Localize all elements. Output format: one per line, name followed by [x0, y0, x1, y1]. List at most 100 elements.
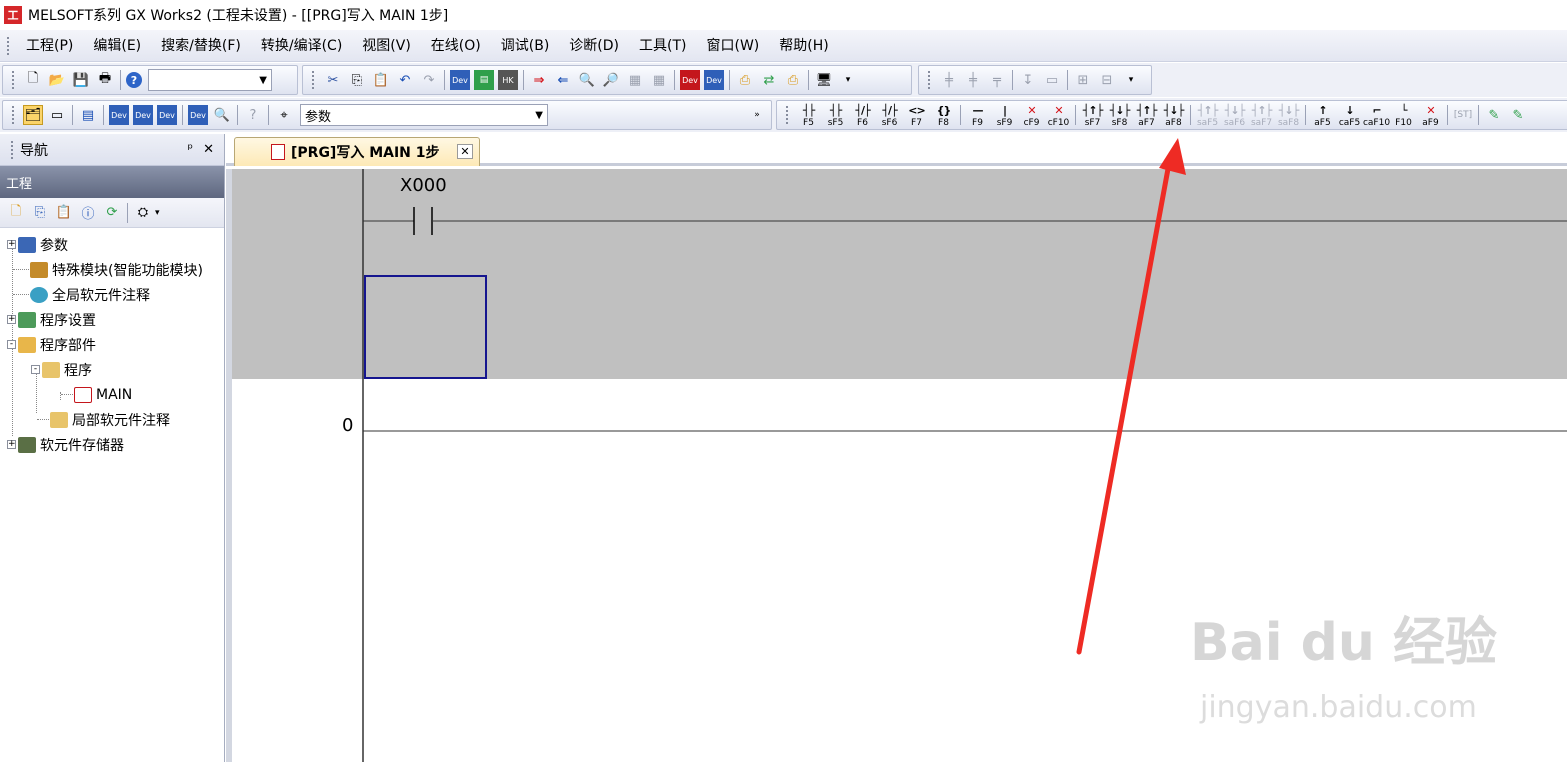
paste-icon[interactable]: 📋 — [371, 70, 391, 90]
draw-line-button[interactable]: └ F10 — [1390, 101, 1417, 129]
find-device-icon[interactable]: 🔍 — [212, 105, 232, 125]
device-batch-icon[interactable]: Dev — [680, 70, 700, 90]
undo-icon[interactable]: ↶ — [395, 70, 415, 90]
sfc-jump-icon[interactable]: ↧ — [1018, 70, 1038, 90]
output-window-icon[interactable]: ▤ — [78, 105, 98, 125]
toolbar-overflow-icon[interactable]: ▾ — [1121, 70, 1141, 90]
search-device-icon[interactable]: ⎙ — [735, 70, 755, 90]
application-instruction-button[interactable]: {} F8 — [930, 101, 957, 129]
watch-device-icon[interactable]: Dev — [188, 105, 208, 125]
toolbar-grip[interactable] — [311, 70, 315, 90]
open-contact-button[interactable]: ┤├ F5 — [795, 101, 822, 129]
toolbar-grip[interactable] — [11, 105, 15, 125]
replace-device-icon[interactable]: ⇄ — [759, 70, 779, 90]
module-icon[interactable]: ▭ — [47, 105, 67, 125]
expand-icon[interactable]: + — [7, 240, 16, 249]
coil-button[interactable]: <> F7 — [903, 101, 930, 129]
refresh-icon[interactable]: ⟳ — [102, 203, 122, 223]
device-table-icon[interactable]: Dev — [157, 105, 177, 125]
falling-pulse-closed-button[interactable]: ┤↓├ saF6 — [1221, 101, 1248, 129]
menu-tool[interactable]: 工具(T) — [629, 32, 696, 60]
parallel-rising-pulse-button[interactable]: ┤↑├ aF7 — [1133, 101, 1160, 129]
sfc-step-icon[interactable]: ╪ — [939, 70, 959, 90]
help-icon[interactable]: ? — [126, 72, 142, 88]
expand-icon[interactable]: + — [7, 440, 16, 449]
menu-help[interactable]: 帮助(H) — [769, 32, 838, 60]
falling-pulse-button[interactable]: ┤↓├ sF8 — [1106, 101, 1133, 129]
menu-edit[interactable]: 编辑(E) — [83, 32, 151, 60]
delete-line-button[interactable]: ✕ aF9 — [1417, 101, 1444, 129]
close-icon[interactable]: ✕ — [203, 142, 214, 157]
copy-data-icon[interactable]: ⎘ — [30, 203, 50, 223]
monitor-stop-icon[interactable]: ▦ — [649, 70, 669, 90]
ladder-cursor[interactable] — [364, 275, 487, 379]
sfc-zoom-icon[interactable]: ⊞ — [1073, 70, 1093, 90]
vertical-line-button[interactable]: | sF9 — [991, 101, 1018, 129]
parallel-falling-closed-button[interactable]: ┤↓├ saF8 — [1275, 101, 1302, 129]
instruction-list-icon[interactable]: HK — [498, 70, 518, 90]
menu-view[interactable]: 视图(V) — [352, 32, 421, 60]
comment-edit-icon[interactable]: ✎ — [1484, 105, 1504, 125]
tree-item-local-comment[interactable]: 局部软元件注释 — [0, 407, 224, 432]
monitor-screen-icon[interactable]: 🖥 — [814, 70, 834, 90]
parallel-rising-closed-button[interactable]: ┤↑├ saF7 — [1248, 101, 1275, 129]
new-data-icon[interactable]: 🗋 — [6, 203, 26, 223]
device-test-icon[interactable]: Dev — [704, 70, 724, 90]
binoculars-icon[interactable]: ⌖ — [274, 105, 294, 125]
toolbar-grip[interactable] — [11, 70, 15, 90]
save-icon[interactable]: 💾 — [71, 70, 91, 90]
horizontal-line-button[interactable]: — F9 — [964, 101, 991, 129]
operation-result-falling-button[interactable]: ↓ caF5 — [1336, 101, 1363, 129]
device-list-icon[interactable]: Dev — [133, 105, 153, 125]
menu-window[interactable]: 窗口(W) — [696, 32, 769, 60]
write-to-plc-icon[interactable]: ⇒ — [529, 70, 549, 90]
tree-item-main[interactable]: MAIN — [0, 382, 224, 407]
rising-pulse-closed-button[interactable]: ┤↑├ saF5 — [1194, 101, 1221, 129]
tree-item-device-memory[interactable]: + 软元件存储器 — [0, 432, 224, 457]
program-list-icon[interactable]: ▤ — [474, 70, 494, 90]
expand-icon[interactable]: + — [7, 315, 16, 324]
tree-item-pou[interactable]: - 程序部件 — [0, 332, 224, 357]
toolbar-grip[interactable] — [927, 70, 931, 90]
pane-grip[interactable] — [10, 139, 14, 160]
menu-find-replace[interactable]: 搜索/替换(F) — [151, 32, 251, 60]
collapse-icon[interactable]: - — [31, 365, 40, 374]
toolbar-overflow-icon[interactable]: » — [747, 105, 767, 125]
properties-icon[interactable]: ⓘ — [78, 203, 98, 223]
navigation-combo[interactable]: 参数 ▼ — [300, 104, 548, 126]
invert-result-button[interactable]: ⌐ caF10 — [1363, 101, 1390, 129]
device-monitor-icon[interactable]: Dev — [109, 105, 129, 125]
cross-reference-icon[interactable]: ⎙ — [783, 70, 803, 90]
device-read-icon[interactable]: Dev — [450, 70, 470, 90]
tab-prg-main[interactable]: [PRG]写入 MAIN 1步 ✕ — [234, 137, 480, 166]
help-search-icon[interactable]: ? — [243, 105, 263, 125]
project-view-icon[interactable]: ⛭ — [133, 203, 153, 223]
verify-plc-icon[interactable]: 🔎 — [601, 70, 621, 90]
read-from-plc-icon[interactable]: ⇐ — [553, 70, 573, 90]
toolbar-combo[interactable]: ▼ — [148, 69, 272, 91]
tree-item-program[interactable]: - 程序 — [0, 357, 224, 382]
sfc-branch-icon[interactable]: ╤ — [987, 70, 1007, 90]
menu-online[interactable]: 在线(O) — [421, 32, 491, 60]
tree-item-global-comment[interactable]: 全局软元件注释 — [0, 282, 224, 307]
copy-icon[interactable]: ⎘ — [347, 70, 367, 90]
pin-icon[interactable]: ᵖ — [188, 142, 194, 157]
parallel-open-contact-button[interactable]: ┤├ sF5 — [822, 101, 849, 129]
parallel-falling-pulse-button[interactable]: ┤↓├ aF8 — [1160, 101, 1187, 129]
close-icon[interactable]: ✕ — [457, 144, 473, 159]
tree-item-program-setting[interactable]: + 程序设置 — [0, 307, 224, 332]
chevron-down-icon[interactable]: ▾ — [155, 208, 160, 218]
delete-horizontal-line-button[interactable]: ✕ cF9 — [1018, 101, 1045, 129]
toolbar-grip[interactable] — [785, 105, 789, 125]
sfc-end-icon[interactable]: ▭ — [1042, 70, 1062, 90]
inline-st-icon[interactable]: [ST] — [1453, 105, 1473, 125]
tree-item-intelligent-module[interactable]: 特殊模块(智能功能模块) — [0, 257, 224, 282]
delete-vertical-line-button[interactable]: ✕ cF10 — [1045, 101, 1072, 129]
rising-pulse-button[interactable]: ┤↑├ sF7 — [1079, 101, 1106, 129]
menu-project[interactable]: 工程(P) — [16, 32, 83, 60]
verify-icon[interactable]: 🔍 — [577, 70, 597, 90]
operation-result-rising-button[interactable]: ↑ aF5 — [1309, 101, 1336, 129]
tree-item-parameter[interactable]: + 参数 — [0, 232, 224, 257]
sfc-transition-icon[interactable]: ╪ — [963, 70, 983, 90]
monitor-start-icon[interactable]: ▦ — [625, 70, 645, 90]
